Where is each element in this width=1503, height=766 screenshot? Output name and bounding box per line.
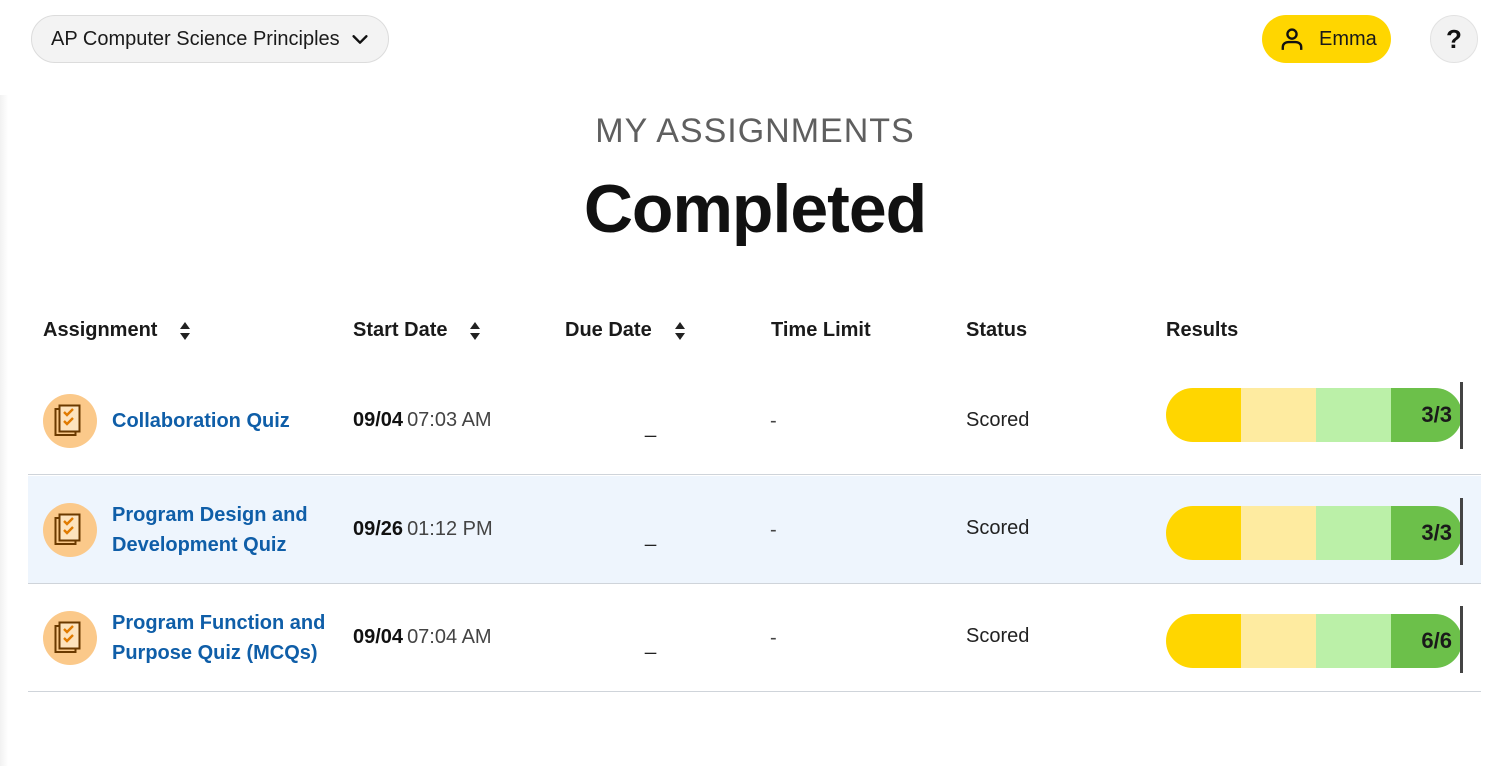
due-date: _ (645, 633, 657, 655)
start-date-day: 09/26 (353, 518, 404, 540)
results-segment (1316, 388, 1391, 442)
sort-icon[interactable] (469, 321, 481, 341)
status: Scored (966, 409, 1030, 431)
course-selector[interactable]: AP Computer Science Principles (31, 15, 389, 63)
results-marker (1460, 382, 1463, 449)
start-date-time: 07:04 AM (407, 626, 492, 648)
assignment-title-line: Program Design and (112, 504, 308, 526)
assignment-link[interactable]: Program Function and Purpose Quiz (MCQs) (112, 608, 337, 668)
column-header-assignment: Assignment (43, 319, 191, 342)
time-limit: - (770, 410, 777, 432)
table-row[interactable]: Program Design and Development Quiz 09/26… (28, 476, 1481, 584)
assignment-link[interactable]: Collaboration Quiz (112, 406, 337, 436)
table-row[interactable]: Collaboration Quiz 09/04 07:03 AM _ - Sco… (28, 367, 1481, 475)
time-limit: - (770, 519, 777, 541)
assignment-title-line: Purpose Quiz (MCQs) (112, 642, 318, 664)
results-segment (1166, 614, 1241, 668)
results-segment (1316, 614, 1391, 668)
assignment-title-line: Development Quiz (112, 534, 287, 556)
page-eyebrow: MY ASSIGNMENTS (595, 112, 915, 150)
results-marker (1460, 498, 1463, 565)
assignment-title-line: Collaboration Quiz (112, 410, 290, 432)
column-header-label: Due Date (565, 319, 652, 341)
column-header-due-date: Due Date (565, 319, 686, 342)
quiz-checklist-icon (43, 503, 97, 557)
assignment-link[interactable]: Program Design and Development Quiz (112, 500, 337, 560)
results-segment (1166, 388, 1241, 442)
start-date-time: 07:03 AM (407, 409, 492, 431)
results-score: 3/3 (1391, 388, 1462, 442)
user-icon (1281, 28, 1303, 50)
results-marker (1460, 606, 1463, 673)
results-segment (1166, 506, 1241, 560)
start-date-time: 01:12 PM (407, 518, 493, 540)
help-button[interactable]: ? (1430, 15, 1478, 63)
sort-icon[interactable] (179, 321, 191, 341)
quiz-checklist-icon (43, 611, 97, 665)
column-header-results: Results (1166, 319, 1238, 342)
column-header-label: Assignment (43, 319, 158, 341)
results-score: 6/6 (1391, 614, 1462, 668)
column-header-label: Results (1166, 319, 1239, 341)
chevron-down-icon (352, 35, 368, 44)
time-limit: - (770, 627, 777, 649)
results-segment (1241, 614, 1316, 668)
start-date: 09/04 07:04 AM (353, 626, 492, 649)
results-segment (1241, 388, 1316, 442)
sort-icon[interactable] (674, 321, 686, 341)
due-date: _ (645, 525, 657, 547)
user-menu-button[interactable]: Emma (1262, 15, 1391, 63)
results-bar[interactable]: 3/3 (1166, 388, 1462, 442)
column-header-time-limit: Time Limit (771, 319, 871, 342)
column-header-start-date: Start Date (353, 319, 481, 342)
column-header-label: Status (966, 319, 1028, 341)
assignment-title-line: Program Function and (112, 612, 326, 634)
start-date: 09/04 07:03 AM (353, 409, 492, 432)
start-date-day: 09/04 (353, 409, 404, 431)
status: Scored (966, 517, 1030, 539)
start-date: 09/26 01:12 PM (353, 518, 493, 541)
results-bar[interactable]: 3/3 (1166, 506, 1462, 560)
results-segment (1241, 506, 1316, 560)
column-header-label: Time Limit (771, 319, 871, 341)
due-date: _ (645, 416, 657, 438)
column-header-status: Status (966, 319, 1027, 342)
results-bar[interactable]: 6/6 (1166, 614, 1462, 668)
quiz-checklist-icon (43, 394, 97, 448)
table-row[interactable]: Program Function and Purpose Quiz (MCQs) … (28, 584, 1481, 692)
course-selector-label: AP Computer Science Principles (51, 27, 340, 50)
status: Scored (966, 625, 1030, 647)
start-date-day: 09/04 (353, 626, 404, 648)
column-header-label: Start Date (353, 319, 448, 341)
user-name: Emma (1319, 27, 1377, 50)
results-score: 3/3 (1391, 506, 1462, 560)
results-segment (1316, 506, 1391, 560)
page-title: Completed (583, 171, 927, 247)
